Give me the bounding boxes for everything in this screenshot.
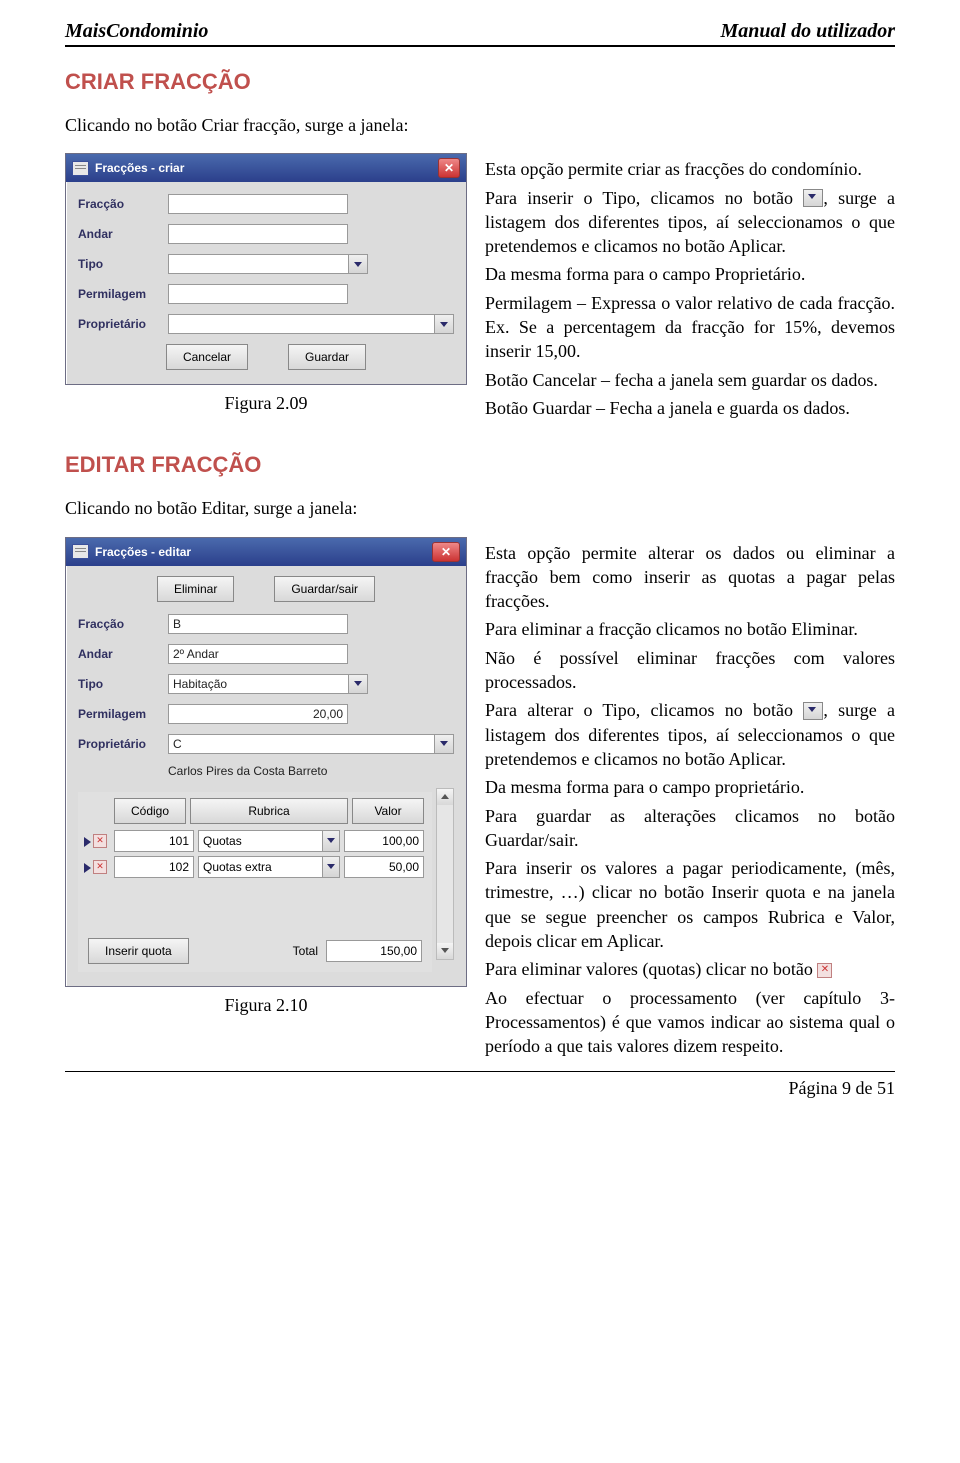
s1-p4: Permilagem – Expressa o valor relativo d… [485,291,895,364]
cell-valor[interactable]: 100,00 [344,830,424,852]
input-andar[interactable] [168,224,348,244]
s2-p6: Para guardar as alterações clicamos no b… [485,804,895,853]
label-tipo: Tipo [78,257,168,271]
combo-tipo[interactable]: Habitação [168,674,368,694]
play-icon[interactable] [84,863,91,873]
s2-p7: Para inserir os valores a pagar periodic… [485,856,895,953]
s1-p1: Esta opção permite criar as fracções do … [485,157,895,181]
scroll-down-icon[interactable] [437,943,453,959]
input-permilagem[interactable] [168,284,348,304]
s1-p5: Botão Cancelar – fecha a janela sem guar… [485,368,895,392]
label-permilagem: Permilagem [78,287,168,301]
titlebar[interactable]: Fracções - editar ✕ [66,538,466,566]
footer-divider [65,1071,895,1072]
titlebar[interactable]: Fracções - criar ✕ [66,154,466,182]
label-andar: Andar [78,647,168,661]
total-value: 150,00 [326,940,422,962]
header-right: Manual do utilizador [720,20,895,43]
play-icon[interactable] [84,837,91,847]
header-left: MaisCondominio [65,20,208,43]
input-andar[interactable]: 2º Andar [168,644,348,664]
proprietario-nome: Carlos Pires da Costa Barreto [168,764,327,778]
s1-p6: Botão Guardar – Fecha a janela e guarda … [485,396,895,420]
s2-p4: Para alterar o Tipo, clicamos no botão ,… [485,698,895,771]
label-fraccao: Fracção [78,197,168,211]
s1-p3: Da mesma forma para o campo Proprietário… [485,262,895,286]
s1-p2: Para inserir o Tipo, clicamos no botão ,… [485,186,895,259]
cell-codigo[interactable]: 101 [114,830,194,852]
chevron-down-icon[interactable] [322,857,339,877]
guardar-sair-button[interactable]: Guardar/sair [274,576,375,602]
scroll-up-icon[interactable] [437,789,453,805]
label-total: Total [293,944,318,958]
window-title: Fracções - criar [95,161,184,175]
section1-intro: Clicando no botão Criar fracção, surge a… [65,113,895,137]
col-header-codigo[interactable]: Código [114,798,186,824]
inserir-quota-button[interactable]: Inserir quota [88,938,189,964]
cell-rubrica[interactable]: Quotas [198,830,340,852]
label-proprietario: Proprietário [78,737,168,751]
window-icon [72,161,89,176]
window-fraccoes-editar: Fracções - editar ✕ Eliminar Guardar/sai… [65,537,467,987]
cell-codigo[interactable]: 102 [114,856,194,878]
delete-icon: ✕ [817,963,832,978]
window-fraccoes-criar: Fracções - criar ✕ Fracção Andar Tipo [65,153,467,385]
label-andar: Andar [78,227,168,241]
chevron-down-icon[interactable] [434,315,453,333]
col-header-rubrica[interactable]: Rubrica [190,798,348,824]
save-button[interactable]: Guardar [288,344,366,370]
cell-valor[interactable]: 50,00 [344,856,424,878]
s2-p5: Da mesma forma para o campo proprietário… [485,775,895,799]
s2-p9: Ao efectuar o processamento (ver capítul… [485,986,895,1059]
s2-p3: Não é possível eliminar fracções com val… [485,646,895,695]
scrollbar[interactable] [436,788,454,960]
header-divider [65,45,895,47]
input-fraccao[interactable]: B [168,614,348,634]
section2-intro: Clicando no botão Editar, surge a janela… [65,496,895,520]
s2-p8: Para eliminar valores (quotas) clicar no… [485,957,895,981]
chevron-down-icon [803,702,823,720]
page-number: Página 9 de 51 [65,1078,895,1099]
table-row: ✕ 101 Quotas 100,00 [84,830,426,852]
combo-proprietario[interactable] [168,314,454,334]
delete-row-icon[interactable]: ✕ [93,834,107,848]
label-permilagem: Permilagem [78,707,168,721]
s2-p1: Esta opção permite alterar os dados ou e… [485,541,895,614]
figure-caption-209: Figura 2.09 [65,393,467,414]
input-permilagem[interactable]: 20,00 [168,704,348,724]
cancel-button[interactable]: Cancelar [166,344,248,370]
chevron-down-icon [803,189,823,207]
s2-p2: Para eliminar a fracção clicamos no botã… [485,617,895,641]
chevron-down-icon[interactable] [348,255,367,273]
combo-proprietario[interactable]: C [168,734,454,754]
eliminar-button[interactable]: Eliminar [157,576,234,602]
chevron-down-icon[interactable] [322,831,339,851]
chevron-down-icon[interactable] [434,735,453,753]
combo-tipo[interactable] [168,254,368,274]
close-icon[interactable]: ✕ [438,158,460,178]
window-title: Fracções - editar [95,545,191,559]
input-fraccao[interactable] [168,194,348,214]
chevron-down-icon[interactable] [348,675,367,693]
figure-caption-210: Figura 2.10 [65,995,467,1016]
table-row: ✕ 102 Quotas extra 50,00 [84,856,426,878]
section-title-editar: EDITAR FRACÇÃO [65,452,895,478]
label-tipo: Tipo [78,677,168,691]
window-icon [72,544,89,559]
delete-row-icon[interactable]: ✕ [93,860,107,874]
label-proprietario: Proprietário [78,317,168,331]
label-fraccao: Fracção [78,617,168,631]
close-icon[interactable]: ✕ [432,542,460,562]
cell-rubrica[interactable]: Quotas extra [198,856,340,878]
col-header-valor[interactable]: Valor [352,798,424,824]
section-title-criar: CRIAR FRACÇÃO [65,69,895,95]
